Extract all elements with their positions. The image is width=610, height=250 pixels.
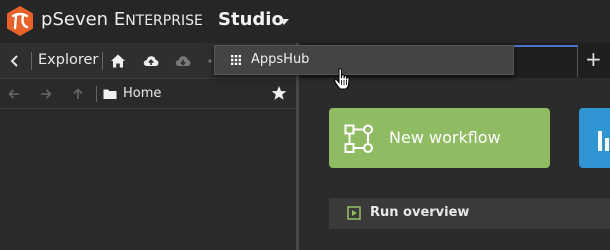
- pseven-logo-icon[interactable]: [4, 5, 36, 37]
- brand-name: pSeven ENTERPRISE: [41, 9, 203, 30]
- divider: [96, 86, 97, 102]
- run-overview-section[interactable]: Run overview: [329, 198, 610, 229]
- explorer-title: Explorer: [38, 52, 99, 68]
- studio-dropdown-menu: AppsHub: [214, 45, 514, 75]
- apps-grid-icon: [231, 55, 241, 65]
- cloud-upload-icon[interactable]: [143, 53, 159, 69]
- studio-menu-button[interactable]: Studio: [218, 9, 284, 30]
- star-icon[interactable]: [271, 85, 287, 101]
- folder-icon: [103, 89, 117, 99]
- run-overview-label: Run overview: [370, 205, 470, 220]
- top-header: pSeven ENTERPRISE Studio: [0, 0, 610, 43]
- new-workflow-button[interactable]: New workflow: [329, 108, 550, 168]
- new-workflow-label: New workflow: [389, 128, 501, 147]
- breadcrumb-home[interactable]: Home: [123, 86, 161, 101]
- explorer-navigation: Home: [0, 79, 296, 109]
- divider: [31, 52, 32, 70]
- active-tab-indicator: [514, 45, 578, 47]
- menu-item-label: AppsHub: [251, 52, 310, 67]
- arrow-up-icon[interactable]: [71, 87, 85, 101]
- chart-icon: [598, 131, 609, 151]
- home-icon[interactable]: [110, 53, 126, 69]
- chevron-left-icon[interactable]: [8, 54, 22, 68]
- hand-cursor-icon: [334, 68, 350, 90]
- divider: [102, 52, 103, 70]
- divider: [577, 47, 578, 77]
- arrow-left-icon[interactable]: [7, 87, 21, 101]
- run-icon: [347, 206, 361, 220]
- add-tab-button[interactable]: +: [585, 49, 602, 69]
- arrow-right-icon[interactable]: [39, 87, 53, 101]
- apps-card-button[interactable]: [579, 108, 610, 168]
- workflow-icon: [344, 124, 373, 153]
- menu-item-appshub[interactable]: AppsHub: [215, 46, 513, 74]
- caret-down-icon[interactable]: [279, 19, 289, 25]
- cloud-download-icon[interactable]: [175, 53, 191, 69]
